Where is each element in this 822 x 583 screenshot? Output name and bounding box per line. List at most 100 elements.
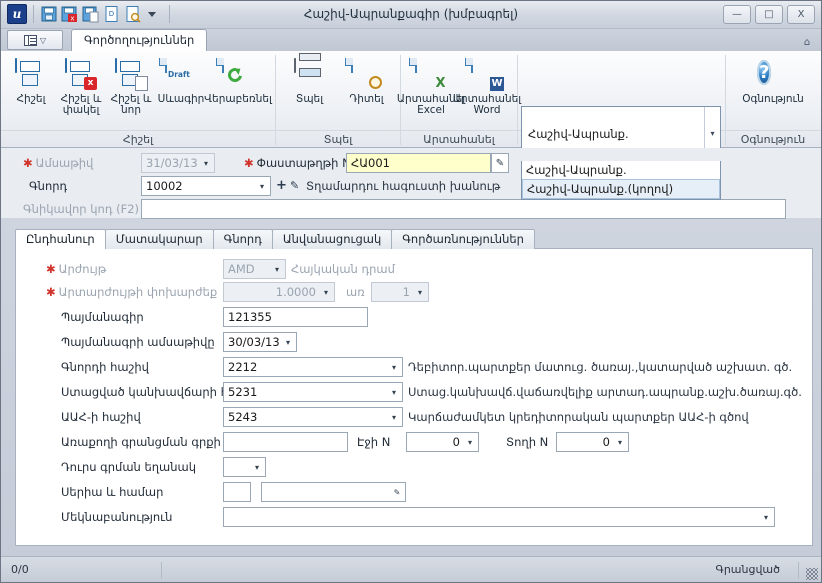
issue-method-input[interactable]: ▾ — [223, 457, 266, 477]
ribbon-button-export-excel[interactable]: X Արտահանել Excel — [397, 56, 465, 116]
chevron-down-icon[interactable]: ▾ — [387, 384, 401, 400]
wand-icon[interactable]: ✎ — [390, 484, 404, 500]
prepayment-account-value: 5231 — [228, 385, 258, 399]
chevron-down-icon[interactable]: ▾ — [413, 284, 427, 300]
ribbon-button-draft[interactable]: Draft Սևագիր — [157, 56, 205, 105]
minimize-button[interactable]: — — [723, 5, 751, 24]
ribbon-group-label-save: Հիշել — [1, 130, 275, 147]
status-bar: 0/0 Գրանցված — [1, 556, 821, 582]
per-value: 1 — [402, 285, 410, 299]
ribbon-button-save-and-new[interactable]: Հիշել և նոր — [107, 56, 155, 116]
application-window: u x D Հաշիվ-Ապրանքագիր (խմբագրել) — □ X … — [0, 0, 822, 583]
chevron-down-icon[interactable]: ▾ — [319, 284, 333, 300]
doc-number-input[interactable]: ՀԱ001 — [346, 153, 491, 173]
chevron-down-icon[interactable]: ▾ — [463, 434, 477, 450]
ribbon-group-print: Տպել Դիտել Տպել — [276, 51, 400, 147]
chevron-down-icon[interactable]: ▾ — [613, 434, 627, 450]
resize-grip-icon[interactable] — [806, 568, 818, 580]
edit-customer-icon[interactable]: ✎ — [290, 176, 299, 196]
line-number-input[interactable]: 0 ▾ — [556, 432, 629, 452]
chevron-down-icon[interactable]: ▾ — [255, 178, 269, 194]
title-bar: u x D Հաշիվ-Ապրանքագիր (խմբագրել) — □ X — [1, 1, 821, 29]
vat-account-description: Կարճաժամկետ կրեդիտորական պարտքեր ԱԱՀ-ի գ… — [408, 410, 749, 424]
form-tab-strip: Ընդհանուր Մատակարար Գնորդ Անվանացուցակ Գ… — [15, 229, 813, 249]
customer-input[interactable]: 10002 ▾ — [141, 176, 271, 196]
comment-input[interactable]: ▾ — [223, 507, 775, 527]
prepayment-account-description: Ստաց.կանխավճ.վաճառվելիք արտադ.ապրանք.աշխ… — [408, 385, 802, 399]
chevron-down-icon[interactable]: ▾ — [270, 261, 284, 277]
add-customer-button[interactable]: + — [276, 176, 287, 196]
prepayment-account-input[interactable]: 5231 ▾ — [223, 382, 403, 402]
series-input[interactable] — [223, 482, 251, 502]
ribbon-button-help[interactable]: ? Օգնություն — [742, 56, 804, 105]
vat-account-input[interactable]: 5243 ▾ — [223, 407, 403, 427]
date-value: 31/03/13 — [146, 156, 198, 170]
chevron-down-icon[interactable]: ▾ — [387, 409, 401, 425]
print-preview-icon — [344, 58, 383, 91]
number-input[interactable]: ✎ — [261, 482, 406, 502]
vat-account-label: ԱԱՀ-ի հաշիվ — [61, 410, 141, 424]
document-type-value: Հաշիվ-Ապրանք. — [528, 126, 629, 141]
ribbon-button-reload[interactable]: Վերաբեռնել — [204, 56, 272, 105]
chevron-down-icon[interactable]: ▾ — [387, 359, 401, 375]
currency-input[interactable]: AMD ▾ — [223, 259, 286, 279]
general-tab-panel: ✱ Արժույթ AMD ▾ Հայկական դրամ ✱ Արտարժույթ… — [15, 248, 813, 546]
customer-account-input[interactable]: 2212 ▾ — [223, 357, 403, 377]
doc-number-value: ՀԱ001 — [351, 156, 390, 170]
currency-label: ✱ Արժույթ — [46, 262, 107, 276]
per-label: առ — [346, 285, 365, 299]
save-and-close-icon: x — [65, 58, 97, 91]
customer-description: Տղամարդու հագուստի խանութ — [306, 179, 501, 193]
ribbon-button-print-preview[interactable]: Դիտել — [339, 56, 394, 105]
ribbon-group-save: Հիշել x Հիշել և փակել Հիշել և նոր Draft … — [1, 51, 275, 147]
chevron-down-icon[interactable]: ▾ — [759, 509, 773, 525]
maximize-button[interactable]: □ — [755, 5, 783, 24]
page-number-value: 0 — [452, 435, 460, 449]
status-state: Գրանցված — [715, 563, 780, 576]
price-code-input[interactable] — [141, 199, 786, 219]
comment-label: Մեկնաբանություն — [61, 510, 173, 524]
chevron-down-icon[interactable]: ▾ — [281, 334, 295, 350]
per-value-input[interactable]: 1 ▾ — [371, 282, 429, 302]
price-code-label: Գնիկավոր կոդ (F2) — [23, 202, 140, 216]
page-number-label: Էջի N — [357, 435, 391, 449]
wand-icon[interactable]: ✎ — [491, 153, 509, 173]
exchange-rate-label: ✱ Արտարժույթի փոխարժեք — [46, 285, 218, 299]
close-button[interactable]: X — [787, 5, 815, 24]
doc-number-label: ✱ Փաստաթղթի N — [244, 156, 351, 170]
page-number-input[interactable]: 0 ▾ — [406, 432, 479, 452]
application-menu-button[interactable]: ▽ — [7, 30, 63, 50]
ribbon-group-label-print: Տպել — [276, 130, 400, 147]
tab-operations[interactable]: Գործողություններ — [71, 29, 208, 51]
ribbon-group-export: X Արտահանել Excel W Արտահանել Word Արտահ… — [397, 51, 521, 147]
printer-icon — [293, 58, 326, 91]
ribbon-button-save[interactable]: Հիշել — [7, 56, 55, 105]
ribbon-button-save-and-close[interactable]: x Հիշել և փակել — [57, 56, 105, 116]
required-marker: ✱ — [244, 156, 254, 170]
tab-supplier[interactable]: Մատակարար — [104, 229, 214, 249]
exchange-rate-input[interactable]: 1.0000 ▾ — [223, 282, 335, 302]
contract-date-input[interactable]: 30/03/13 ▾ — [223, 332, 297, 352]
chevron-down-icon[interactable]: ▾ — [250, 459, 264, 475]
contract-value: 121355 — [228, 310, 272, 324]
tab-general[interactable]: Ընդհանուր — [15, 229, 106, 249]
ribbon-collapse-icon[interactable]: ⌂ — [801, 36, 813, 48]
tab-items[interactable]: Անվանացուցակ — [271, 229, 393, 249]
chevron-down-icon[interactable]: ▾ — [199, 155, 213, 171]
ribbon-group-label-help: Օգնություն — [726, 130, 820, 147]
tab-transactions[interactable]: Գործառնություններ — [391, 229, 535, 249]
date-input[interactable]: 31/03/13 ▾ — [141, 153, 215, 173]
contract-input[interactable]: 121355 — [223, 307, 368, 327]
ribbon-button-print[interactable]: Տպել — [282, 56, 337, 105]
reload-icon — [216, 58, 254, 91]
dropdown-option[interactable]: Հաշիվ-Ապրանք. — [522, 161, 720, 179]
tab-customer[interactable]: Գնորդ — [212, 229, 273, 249]
currency-description: Հայկական դրամ — [291, 262, 395, 276]
delivery-book-input[interactable] — [223, 432, 348, 452]
window-title: Հաշիվ-Ապրանքագիր (խմբագրել) — [303, 7, 519, 21]
dropdown-option-selected[interactable]: Հաշիվ-Ապրանք.(կողով) — [522, 179, 720, 199]
label-line-2: նոր — [121, 104, 141, 116]
save-icon — [15, 58, 47, 91]
contract-label: Պայմանագիր — [61, 310, 144, 324]
ribbon-button-export-word[interactable]: W Արտահանել Word — [453, 56, 521, 116]
